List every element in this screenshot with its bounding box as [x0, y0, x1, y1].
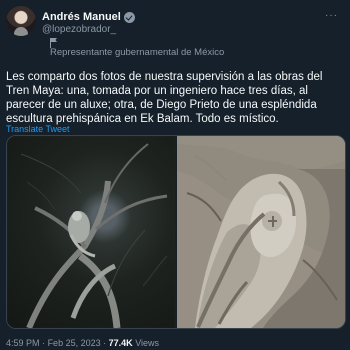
avatar[interactable]: [6, 6, 36, 36]
flag-cloth: [51, 38, 57, 42]
author-name[interactable]: Andrés Manuel: [42, 11, 121, 23]
tweet-date[interactable]: Feb 25, 2023: [48, 338, 101, 348]
meta-separator-1: ·: [42, 338, 46, 348]
tweet-header: Andrés Manuel @lopezobrador_ ··· Represe…: [6, 4, 344, 58]
meta-separator-2: ·: [103, 338, 107, 348]
views-count: 77.4K: [108, 338, 133, 348]
photo-sculpture[interactable]: [177, 136, 345, 328]
tweet-time[interactable]: 4:59 PM: [6, 338, 40, 348]
more-icon[interactable]: ···: [325, 10, 338, 21]
verified-badge-icon: [123, 11, 135, 23]
tweet-text: Les comparto dos fotos de nuestra superv…: [6, 71, 323, 125]
translate-tweet-link[interactable]: Translate Tweet: [6, 124, 70, 134]
tweet-media: [6, 135, 346, 329]
tweet-meta: 4:59 PM · Feb 25, 2023 · 77.4K Views: [6, 338, 159, 348]
aluxe-photo-illustration: [20, 143, 168, 328]
photo-aluxe[interactable]: [7, 136, 175, 328]
views-label: Views: [135, 338, 160, 348]
sculpture-photo-illustration: [177, 136, 345, 328]
account-label: Representante gubernamental de México: [50, 47, 225, 58]
author-handle[interactable]: @lopezobrador_: [42, 24, 116, 35]
author-name-row: Andrés Manuel: [42, 9, 135, 25]
